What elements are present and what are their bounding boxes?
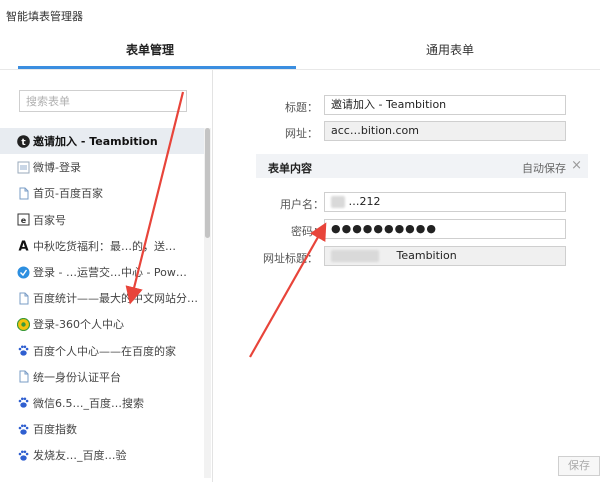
- app-title: 智能填表管理器: [6, 10, 83, 23]
- form-detail-panel: 标题： 邀请加入 - Teambition 网址： acc…bition.com…: [214, 70, 600, 482]
- search-input[interactable]: [19, 90, 187, 112]
- baidu-paw-icon: [17, 423, 30, 436]
- site-title-field[interactable]: Teambition: [324, 246, 566, 266]
- 360-icon: [17, 317, 30, 331]
- form-list-sidebar: t 邀请加入 - Teambition 微博-登录首页-百度百家 e 百家号 A 中秋吃货福…: [0, 70, 213, 482]
- sidebar-item-label: 首页-百度百家: [33, 187, 103, 201]
- password-field[interactable]: ●●●●●●●●●●: [324, 219, 566, 239]
- sidebar-scrollbar[interactable]: [204, 128, 211, 478]
- sidebar-item[interactable]: A 中秋吃货福利：最…的，送…: [0, 233, 204, 259]
- sidebar-item[interactable]: 微博-登录: [0, 154, 204, 180]
- title-field-value: 邀请加入 - Teambition: [331, 98, 447, 111]
- page-icon: [17, 292, 30, 305]
- sidebar-item-label: 登录 - …运营交…中心 - Pow…: [33, 266, 187, 280]
- form-content-header: 表单内容 自动保存 ×: [256, 154, 588, 178]
- letter-a-icon: A: [17, 239, 30, 253]
- form-list: t 邀请加入 - Teambition 微博-登录首页-百度百家 e 百家号 A 中秋吃货福…: [0, 128, 204, 468]
- svg-text:e: e: [21, 216, 27, 225]
- username-field-value: …212: [348, 195, 381, 208]
- url-field[interactable]: acc…bition.com: [324, 121, 566, 141]
- baidu-paw-icon: [17, 449, 30, 462]
- sidebar-item-label: 百度指数: [33, 423, 77, 437]
- sidebar-item[interactable]: 百度个人中心——在百度的家: [0, 338, 204, 364]
- url-field-value: acc…bition.com: [331, 124, 419, 137]
- page-icon: [17, 370, 30, 383]
- sidebar-item[interactable]: 登录 - …运营交…中心 - Pow…: [0, 259, 204, 285]
- blue-circle-icon: [17, 266, 30, 279]
- sidebar-item-label: 微博-登录: [33, 161, 81, 175]
- sidebar-item[interactable]: e 百家号: [0, 207, 204, 233]
- url-label: 网址：: [285, 127, 318, 140]
- sidebar-item[interactable]: 百度统计——最大的中文网站分…: [0, 285, 204, 311]
- sidebar-item-label: 百度个人中心——在百度的家: [33, 344, 176, 358]
- title-bar: 智能填表管理器: [0, 0, 600, 28]
- site-title-label: 网址标题：: [263, 252, 318, 265]
- sidebar-item[interactable]: 统一身份认证平台: [0, 364, 204, 390]
- baidu-paw-icon: [17, 344, 30, 357]
- tab-form-management[interactable]: 表单管理: [0, 28, 300, 70]
- sidebar-item[interactable]: 登录-360个人中心: [0, 311, 204, 337]
- sidebar-item-label: 登录-360个人中心: [33, 318, 124, 332]
- baijiahao-icon: e: [17, 213, 30, 226]
- baidu-paw-icon: [17, 396, 30, 409]
- password-field-value: ●●●●●●●●●●: [331, 222, 437, 235]
- tab-bar: 表单管理 通用表单: [0, 28, 600, 70]
- username-label: 用户名：: [280, 198, 324, 211]
- title-field[interactable]: 邀请加入 - Teambition: [324, 95, 566, 115]
- sidebar-item-label: 中秋吃货福利：最…的，送…: [33, 239, 176, 253]
- sidebar-item[interactable]: t 邀请加入 - Teambition: [0, 128, 204, 155]
- svg-text:A: A: [18, 240, 28, 253]
- teambition-icon: t: [17, 134, 30, 148]
- close-icon[interactable]: ×: [571, 158, 582, 173]
- section-title: 表单内容: [268, 162, 312, 175]
- sidebar-item[interactable]: 发烧友…_百度…验: [0, 442, 204, 468]
- tab-common-forms[interactable]: 通用表单: [300, 28, 600, 70]
- autosave-toggle[interactable]: 自动保存: [522, 160, 566, 176]
- save-button[interactable]: 保存: [558, 456, 600, 476]
- title-label: 标题：: [285, 101, 318, 114]
- password-label: 密码：: [291, 225, 324, 238]
- sidebar-item[interactable]: 首页-百度百家: [0, 180, 204, 206]
- sidebar-item-label: 邀请加入 - Teambition: [33, 135, 158, 149]
- scrollbar-thumb[interactable]: [205, 128, 210, 238]
- sidebar-item[interactable]: 微信6.5…_百度…搜索: [0, 390, 204, 416]
- svg-text:t: t: [21, 138, 26, 148]
- username-field[interactable]: …212: [324, 192, 566, 212]
- sidebar-item-label: 百家号: [33, 213, 66, 227]
- page-icon: [17, 187, 30, 200]
- active-tab-indicator: [18, 66, 296, 69]
- sidebar-item-label: 百度统计——最大的中文网站分…: [33, 292, 198, 306]
- weibo-login-icon: [17, 161, 30, 174]
- sidebar-item-label: 发烧友…_百度…验: [33, 449, 127, 463]
- sidebar-item-label: 微信6.5…_百度…搜索: [33, 396, 144, 410]
- sidebar-item-label: 统一身份认证平台: [33, 370, 121, 384]
- site-title-field-value: Teambition: [396, 249, 457, 262]
- sidebar-item[interactable]: 百度指数: [0, 416, 204, 442]
